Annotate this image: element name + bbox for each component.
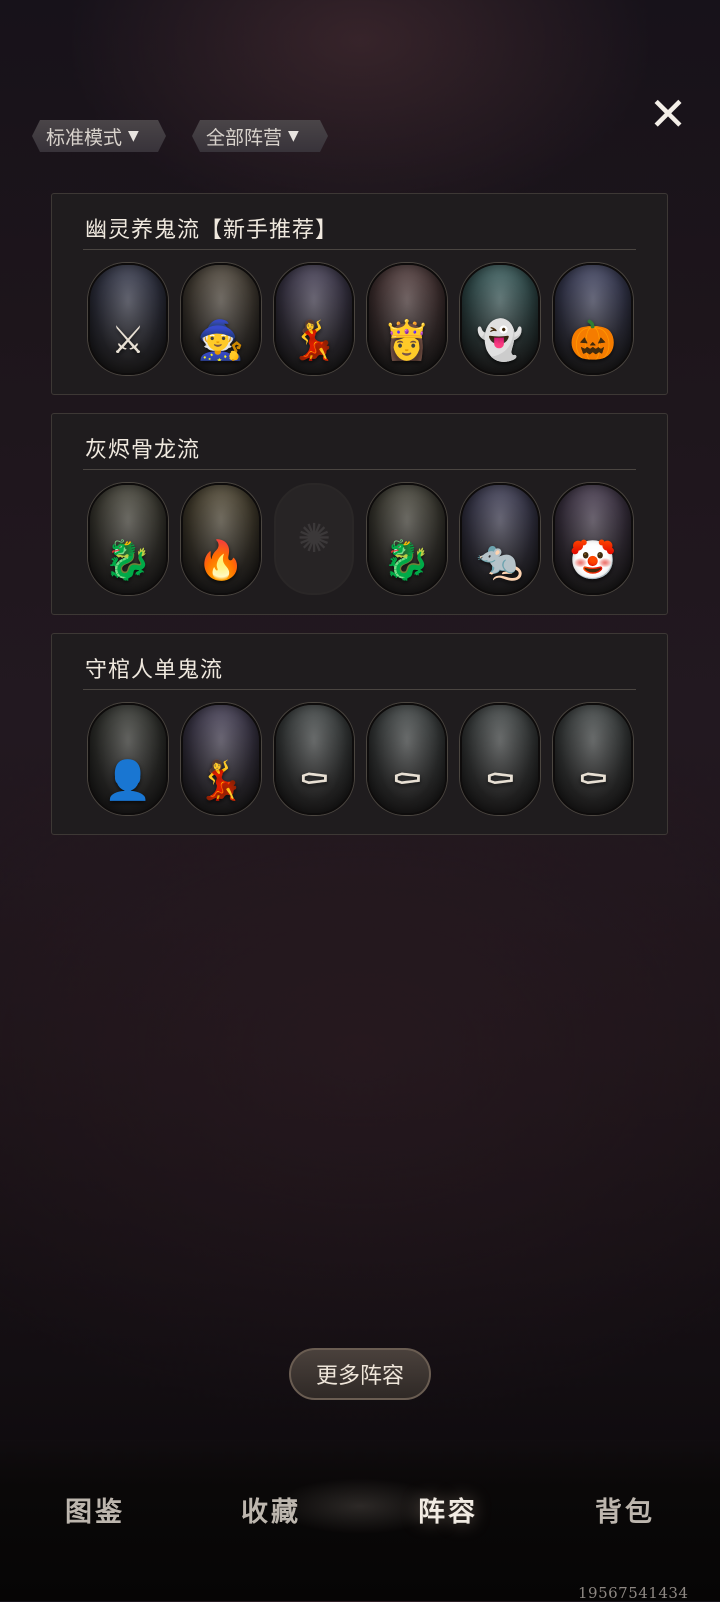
hero-portrait[interactable]: 🧙: [181, 263, 261, 375]
hero-portrait[interactable]: ⚰: [274, 703, 354, 815]
team-card-2[interactable]: 灰烬骨龙流 🐉 🔥 ✺ 🐉 🐀 🤡: [51, 413, 668, 615]
hero-portrait[interactable]: 🔥: [181, 483, 261, 595]
hero-portrait[interactable]: 👻: [460, 263, 540, 375]
bottom-nav: 图鉴 收藏 阵容 背包: [0, 1440, 720, 1601]
hero-portrait[interactable]: 🤡: [553, 483, 633, 595]
purple-dancer-icon: 💃: [197, 758, 245, 802]
team-card-3[interactable]: 守棺人单鬼流 👤 💃 ⚰ ⚰ ⚰ ⚰: [51, 633, 668, 835]
smoke-wizard-icon: 🔥: [197, 538, 245, 582]
divider: [83, 689, 636, 690]
coffin-keeper-icon: ⚰: [576, 758, 610, 802]
coffin-keeper-icon: ⚰: [390, 758, 424, 802]
hero-portrait[interactable]: 💃: [181, 703, 261, 815]
clown-icon: 🤡: [569, 538, 617, 582]
nav-tab-favorites[interactable]: 收藏: [211, 1490, 331, 1529]
purple-dancer-icon: 💃: [290, 318, 338, 362]
close-icon: ✕: [648, 87, 688, 141]
hero-portrait[interactable]: 🐉: [367, 483, 447, 595]
dark-knight-icon: ⚔: [110, 318, 146, 362]
nav-tab-codex[interactable]: 图鉴: [35, 1490, 155, 1529]
hero-row: 👤 💃 ⚰ ⚰ ⚰ ⚰: [88, 703, 633, 815]
hero-portrait[interactable]: ⚰: [367, 703, 447, 815]
more-lineups-button[interactable]: 更多阵容: [289, 1348, 431, 1400]
filter-triangle-icon: ▼: [288, 128, 299, 144]
nav-tab-backpack[interactable]: 背包: [565, 1490, 685, 1529]
rat-bandit-icon: 🐀: [476, 538, 524, 582]
team-title: 守棺人单鬼流: [85, 658, 224, 683]
camp-filter-dropdown[interactable]: 全部阵营 ▼: [192, 120, 328, 152]
hero-portrait[interactable]: ⚰: [460, 703, 540, 815]
team-title: 幽灵养鬼流【新手推荐】: [85, 218, 339, 243]
bone-dragon-icon: 🐉: [383, 538, 431, 582]
team-card-1[interactable]: 幽灵养鬼流【新手推荐】 ⚔ 🧙 💃 👸 👻 🎃: [51, 193, 668, 395]
bone-dragon-icon: 🐉: [104, 538, 152, 582]
hero-portrait[interactable]: ⚰: [553, 703, 633, 815]
divider: [83, 469, 636, 470]
hero-row: ⚔ 🧙 💃 👸 👻 🎃: [88, 263, 633, 375]
filter-triangle-icon: ▼: [128, 128, 139, 144]
close-button[interactable]: ✕: [646, 87, 690, 141]
cyan-ghost-icon: 👻: [476, 318, 524, 362]
mode-filter-dropdown[interactable]: 标准模式 ▼: [32, 120, 166, 152]
coffin-keeper-icon: ⚰: [297, 758, 331, 802]
coffin-keeper-icon: ⚰: [483, 758, 517, 802]
pumpkin-king-icon: 🎃: [569, 318, 617, 362]
empty-hero-slot[interactable]: ✺: [274, 483, 354, 595]
team-title: 灰烬骨龙流: [85, 438, 201, 463]
user-id-text: 19567541434: [578, 1584, 689, 1602]
hero-portrait[interactable]: 🎃: [553, 263, 633, 375]
hero-row: 🐉 🔥 ✺ 🐉 🐀 🤡: [88, 483, 633, 595]
hooded-shadow-icon: 👤: [104, 758, 152, 802]
hero-portrait[interactable]: 🐀: [460, 483, 540, 595]
hero-portrait[interactable]: 🐉: [88, 483, 168, 595]
empty-slot-icon: ✺: [297, 516, 331, 562]
hero-portrait[interactable]: ⚔: [88, 263, 168, 375]
hero-portrait[interactable]: 💃: [274, 263, 354, 375]
divider: [83, 249, 636, 250]
old-witch-icon: 🧙: [197, 318, 245, 362]
hero-portrait[interactable]: 👤: [88, 703, 168, 815]
camp-filter-label: 全部阵营: [206, 126, 283, 149]
mode-filter-label: 标准模式: [46, 126, 123, 149]
red-hair-statue-icon: 👸: [383, 318, 431, 362]
hero-portrait[interactable]: 👸: [367, 263, 447, 375]
nav-tab-lineups[interactable]: 阵容: [388, 1490, 508, 1529]
